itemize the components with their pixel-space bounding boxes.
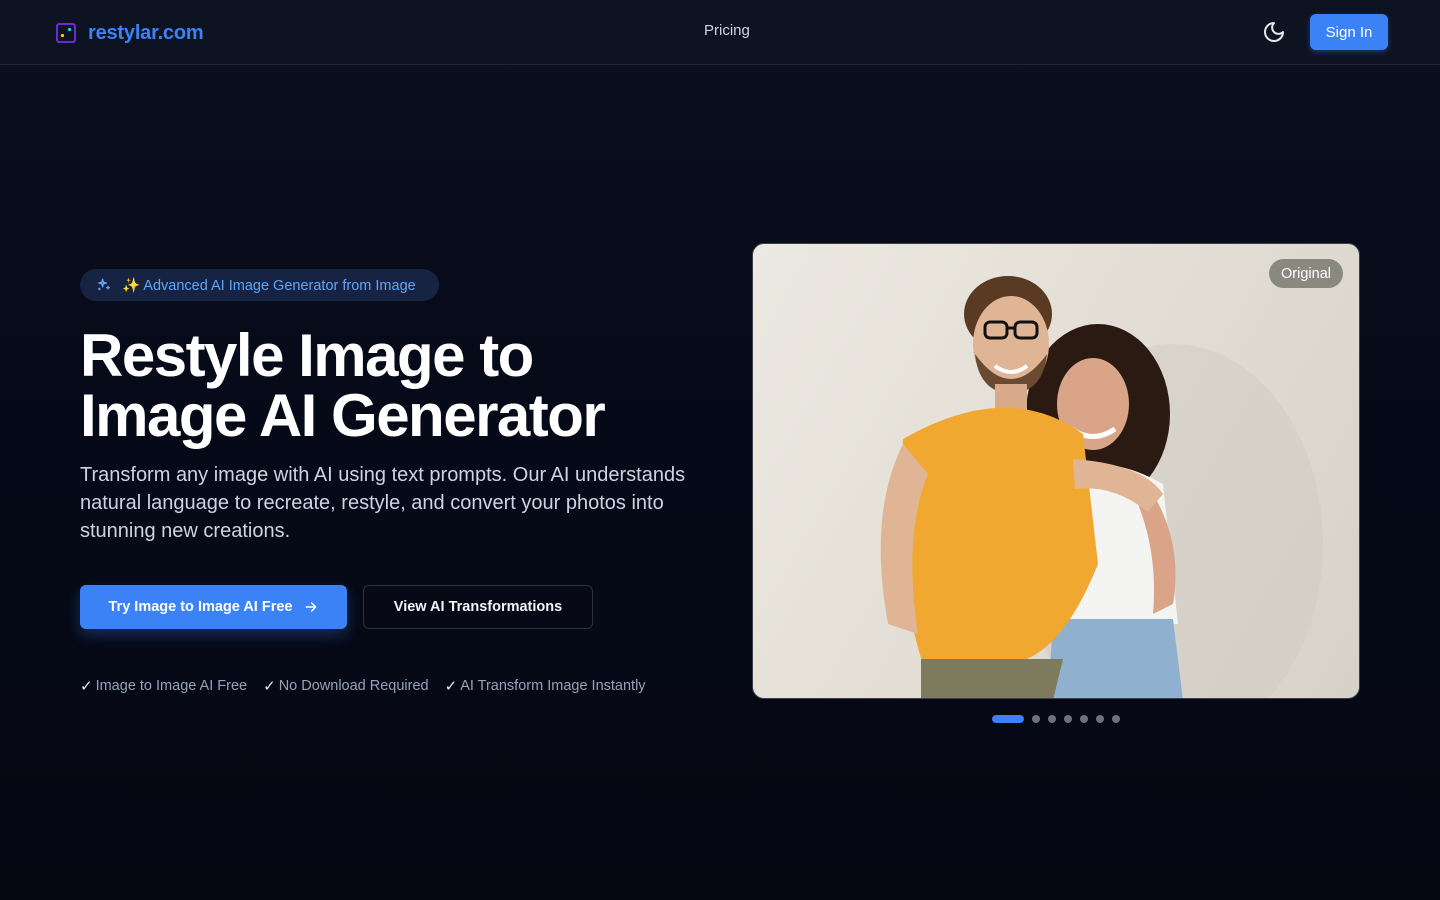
couple-photo-illustration: [880, 276, 1323, 698]
carousel-dots: [992, 715, 1120, 723]
site-logo[interactable]: restylar.com: [56, 21, 204, 45]
moon-icon: [1264, 22, 1284, 42]
logo-text: restylar.com: [88, 21, 204, 44]
carousel-dot-4[interactable]: [1064, 715, 1072, 723]
feature-item: ✓ Image to Image AI Free: [80, 677, 247, 695]
feature-label: No Download Required: [278, 678, 429, 694]
hero-badge: ✨ Advanced AI Image Generator from Image: [80, 269, 439, 301]
feature-list: ✓ Image to Image AI Free ✓ No Download R…: [80, 677, 646, 695]
view-transformations-button[interactable]: View AI Transformations: [363, 585, 593, 629]
theme-toggle-button[interactable]: [1260, 18, 1288, 46]
carousel-dot-5[interactable]: [1080, 715, 1088, 723]
original-tag: Original: [1269, 259, 1343, 288]
carousel-dot-1[interactable]: [992, 715, 1024, 723]
sign-in-button[interactable]: Sign In: [1310, 14, 1388, 50]
try-free-button[interactable]: Try Image to Image AI Free: [80, 585, 347, 629]
feature-label: AI Transform Image Instantly: [460, 678, 646, 694]
sparkles-icon: [98, 278, 110, 291]
check-icon: ✓: [444, 678, 458, 695]
hero-subtext: Transform any image with AI using text p…: [80, 464, 686, 542]
check-icon: ✓: [80, 678, 93, 695]
feature-item: ✓ AI Transform Image Instantly: [445, 677, 646, 695]
feature-item: ✓ No Download Required: [263, 677, 429, 695]
top-nav: restylar.com Pricing Sign In: [0, 0, 1440, 65]
arrow-right-icon: [305, 602, 316, 612]
logo-icon: [56, 23, 76, 43]
carousel-image[interactable]: Original: [752, 243, 1360, 699]
badge-label: ✨ Advanced AI Image Generator from Image: [122, 277, 416, 294]
carousel-dot-7[interactable]: [1112, 715, 1120, 723]
hero-headline: Restyle Image to Image AI Generator: [80, 322, 606, 449]
carousel-dot-3[interactable]: [1048, 715, 1056, 723]
nav-link-pricing[interactable]: Pricing: [704, 22, 750, 39]
carousel-dot-2[interactable]: [1032, 715, 1040, 723]
carousel-dot-6[interactable]: [1096, 715, 1104, 723]
feature-label: Image to Image AI Free: [95, 678, 248, 694]
check-icon: ✓: [263, 678, 276, 695]
try-free-label: Try Image to Image AI Free: [108, 599, 293, 615]
